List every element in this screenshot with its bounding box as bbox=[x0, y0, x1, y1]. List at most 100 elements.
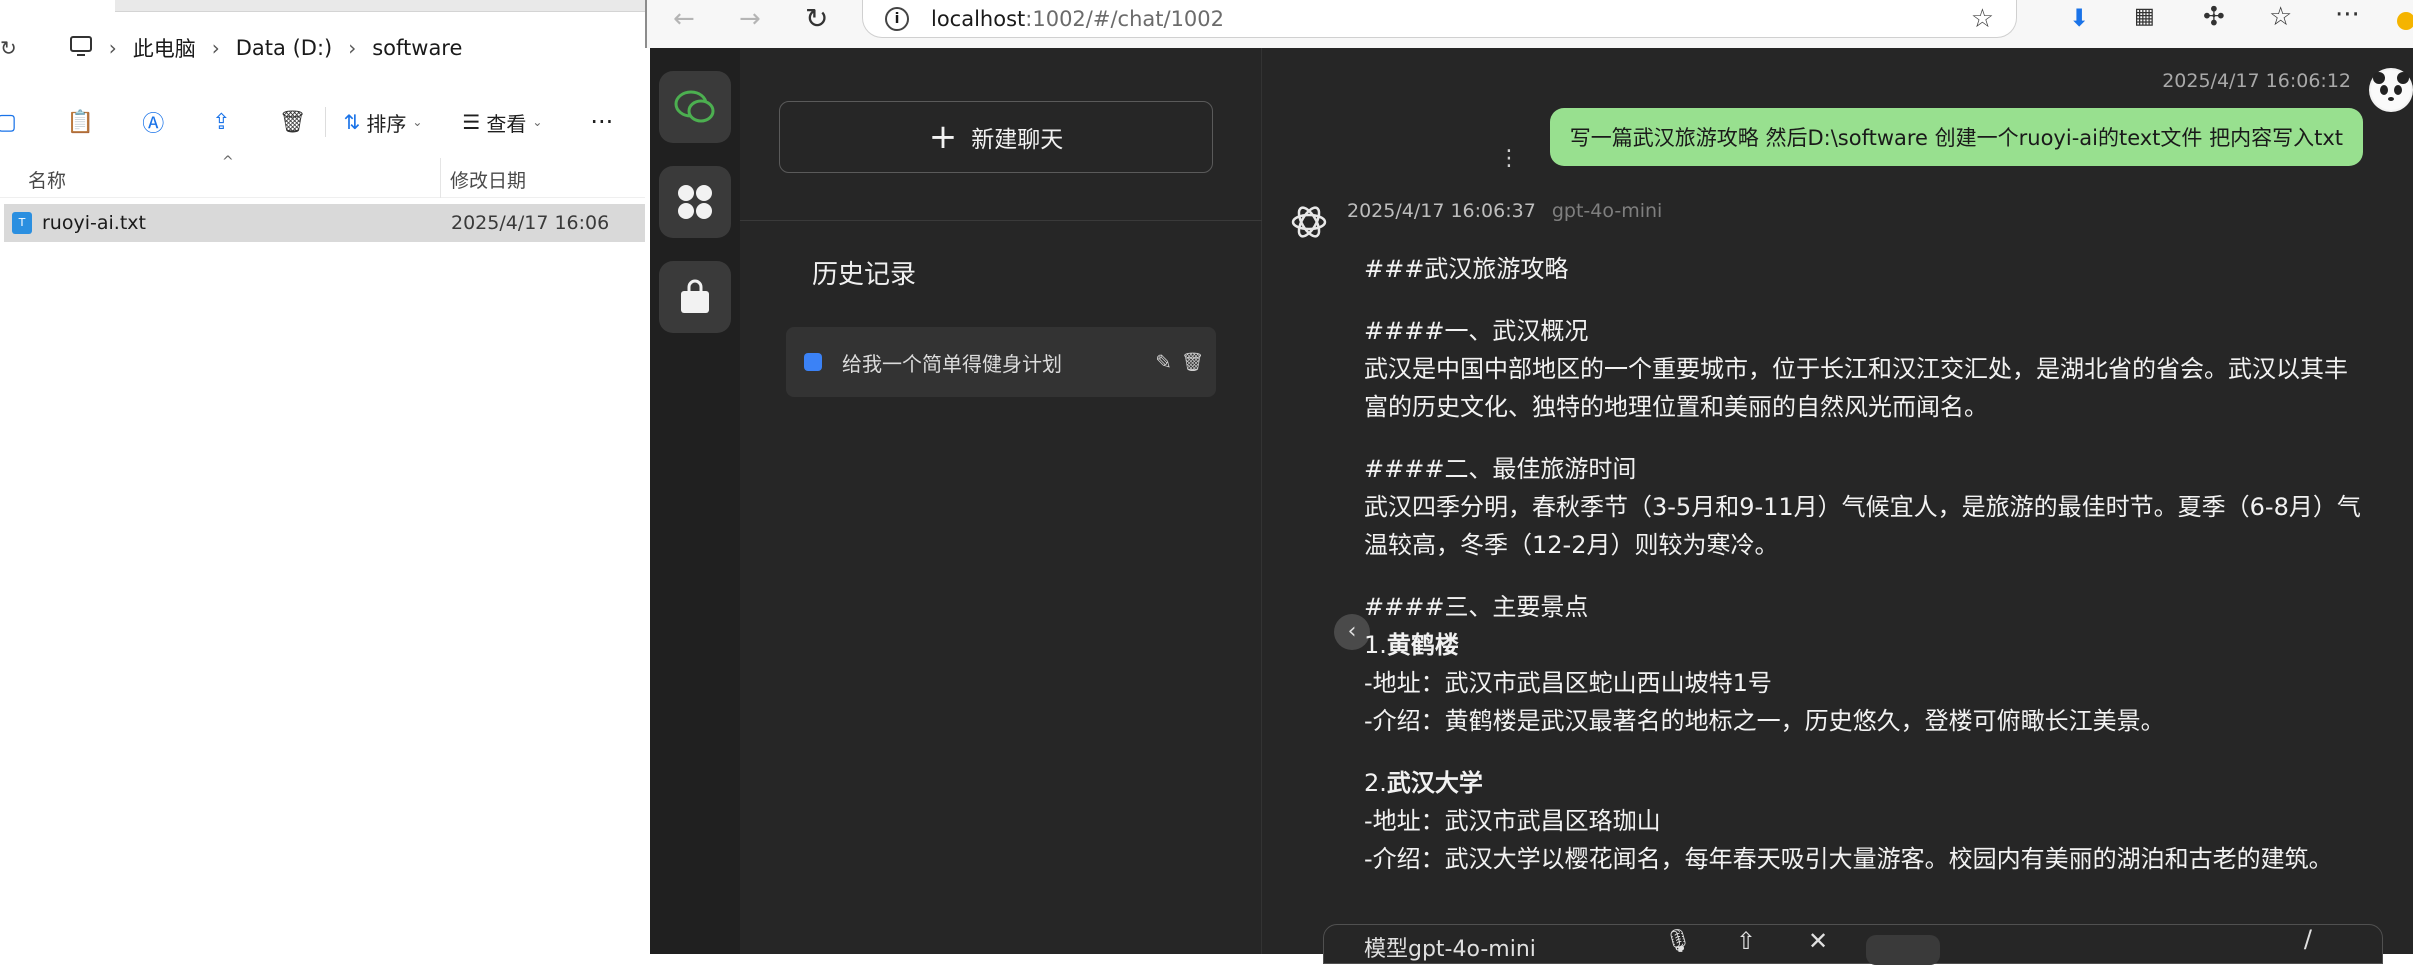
edit-prompt-icon[interactable]: ∕ bbox=[2304, 925, 2312, 953]
reload-icon[interactable]: ↻ bbox=[805, 2, 828, 35]
rail-chat-button[interactable] bbox=[659, 71, 731, 143]
chevron-right-icon: › bbox=[348, 36, 357, 60]
chat-input-bar[interactable]: 模型gpt-4o-mini 🎙 ⇧ ✕ ∕ bbox=[1323, 924, 2383, 965]
bot-message: ###武汉旅游攻略 ####一、武汉概况 武汉是中国中部地区的一个重要城市，位于… bbox=[1364, 250, 2364, 902]
history-title: 历史记录 bbox=[812, 260, 917, 290]
bot-message-time: 2025/4/17 16:06:37 bbox=[1347, 200, 1536, 222]
file-modified: 2025/4/17 16:06 bbox=[451, 212, 610, 234]
toolbar-divider bbox=[324, 107, 326, 137]
column-divider[interactable] bbox=[440, 158, 441, 198]
spot-address: -地址：武汉市武昌区蛇山西山坡特1号 bbox=[1364, 669, 1772, 697]
share-icon[interactable]: ⇪ bbox=[212, 110, 230, 135]
text-file-icon: T bbox=[12, 212, 32, 234]
view-label: 查看 bbox=[486, 111, 527, 136]
file-explorer: ↻ › 此电脑 › Data (D:) › software ▢ 📋 Ⓐ ⇪ 🗑… bbox=[0, 0, 645, 954]
qr-code-icon[interactable]: ▦ bbox=[2134, 4, 2155, 29]
sort-button[interactable]: ⇅ 排序 ⌄ bbox=[344, 108, 423, 137]
sidebar-divider bbox=[740, 220, 1262, 221]
spot-number: 1. bbox=[1364, 631, 1387, 659]
spot-name: 武汉大学 bbox=[1386, 769, 1483, 797]
tools-icon[interactable]: ✕ bbox=[1808, 927, 1828, 955]
bot-heading: ###武汉旅游攻略 bbox=[1364, 255, 1569, 283]
chevron-right-icon: › bbox=[211, 36, 220, 60]
user-message-time: 2025/4/17 16:06:12 bbox=[2162, 70, 2351, 92]
bot-model-name: gpt-4o-mini bbox=[1551, 200, 1663, 222]
bot-section: ####二、最佳旅游时间 武汉四季分明，春秋季节（3-5月和9-11月）气候宜人… bbox=[1364, 450, 2364, 564]
spot-description: -介绍：黄鹤楼是武汉最著名的地标之一，历史悠久，登楼可俯瞰长江美景。 bbox=[1364, 707, 2165, 735]
extension-download-icon[interactable]: ⬇ bbox=[2069, 4, 2089, 32]
refresh-icon[interactable]: ↻ bbox=[0, 36, 17, 60]
toggle-switch[interactable] bbox=[1866, 935, 1940, 965]
column-header-modified[interactable]: 修改日期 bbox=[450, 166, 526, 193]
section-title: ####三、主要景点 bbox=[1364, 593, 1589, 621]
copilot-icon[interactable] bbox=[2397, 12, 2413, 30]
user-avatar bbox=[2369, 68, 2413, 112]
favorites-icon[interactable]: ☆ bbox=[2269, 2, 2292, 32]
icon-rail bbox=[650, 48, 740, 954]
spot-address: -地址：武汉市武昌区珞珈山 bbox=[1364, 807, 1661, 835]
history-item-label: 给我一个简单得健身计划 bbox=[842, 351, 1062, 376]
breadcrumb-item-software[interactable]: software bbox=[372, 36, 462, 60]
new-chat-button[interactable]: + 新建聊天 bbox=[779, 101, 1213, 173]
new-chat-label: 新建聊天 bbox=[971, 127, 1064, 153]
rail-apps-button[interactable] bbox=[659, 166, 731, 238]
file-name: ruoyi-ai.txt bbox=[42, 212, 146, 234]
url-path: :1002/#/chat/1002 bbox=[1025, 6, 1225, 31]
section-title: ####一、武汉概况 bbox=[1364, 317, 1589, 345]
spot-name: 黄鹤楼 bbox=[1386, 631, 1459, 659]
edit-icon[interactable]: ✎ bbox=[1155, 350, 1172, 374]
bot-section: ####一、武汉概况 武汉是中国中部地区的一个重要城市，位于长江和汉江交汇处，是… bbox=[1364, 312, 2364, 426]
chat-panel: 2025/4/17 16:06:12 写一篇武汉旅游攻略 然后D:\softwa… bbox=[1263, 48, 2413, 965]
model-select[interactable]: 模型gpt-4o-mini bbox=[1364, 931, 1536, 961]
spot-number: 2. bbox=[1364, 769, 1387, 797]
explorer-toolbar: ▢ 📋 Ⓐ ⇪ 🗑 ⇅ 排序 ⌄ ☰ 查看 ⌄ ··· bbox=[0, 100, 645, 144]
upload-icon[interactable]: ⇧ bbox=[1736, 927, 1756, 955]
shopping-bag-icon bbox=[681, 279, 709, 313]
breadcrumb-item-drive[interactable]: Data (D:) bbox=[236, 36, 332, 60]
sort-icon: ⇅ bbox=[343, 110, 361, 134]
forward-icon[interactable]: → bbox=[739, 4, 761, 34]
view-button[interactable]: ☰ 查看 ⌄ bbox=[462, 108, 542, 137]
breadcrumb: ↻ › 此电脑 › Data (D:) › software bbox=[0, 22, 645, 74]
openai-logo-icon bbox=[1291, 206, 1327, 238]
section-body: 武汉是中国中部地区的一个重要城市，位于长江和汉江交汇处，是湖北省的省会。武汉以其… bbox=[1364, 355, 2348, 421]
chat-app: + 新建聊天 历史记录 给我一个简单得健身计划 ✎ 🗑 ‹ 2025/4/17 … bbox=[650, 48, 2413, 965]
trash-icon[interactable]: 🗑 bbox=[1181, 352, 1204, 373]
view-icon: ☰ bbox=[462, 110, 481, 134]
rename-icon[interactable]: Ⓐ bbox=[142, 106, 164, 138]
favorite-star-icon[interactable]: ☆ bbox=[1971, 4, 1994, 34]
more-menu-icon[interactable]: ··· bbox=[2335, 0, 2360, 30]
chat-bubbles-icon bbox=[674, 90, 715, 123]
back-icon[interactable]: ← bbox=[673, 4, 695, 34]
more-icon[interactable]: ··· bbox=[590, 108, 613, 136]
bot-section: 2.武汉大学 -地址：武汉市武昌区珞珈山 -介绍：武汉大学以樱花闻名，每年春天吸… bbox=[1364, 764, 2364, 878]
info-icon[interactable]: i bbox=[885, 6, 909, 31]
explorer-tab-strip bbox=[115, 0, 645, 12]
new-icon[interactable]: ▢ bbox=[0, 110, 17, 135]
column-header-name[interactable]: 名称 bbox=[28, 166, 66, 193]
url-host: localhost bbox=[931, 6, 1026, 31]
microphone-icon[interactable]: 🎙 bbox=[1664, 929, 1692, 954]
this-pc-icon[interactable] bbox=[69, 35, 93, 62]
file-row[interactable]: T ruoyi-ai.txt 2025/4/17 16:06 bbox=[4, 204, 645, 242]
delete-icon[interactable]: 🗑 bbox=[279, 110, 307, 135]
spot-description: -介绍：武汉大学以樱花闻名，每年春天吸引大量游客。校园内有美丽的湖泊和古老的建筑… bbox=[1364, 845, 2333, 873]
chevron-down-icon: ⌄ bbox=[412, 115, 423, 129]
paste-icon[interactable]: 📋 bbox=[67, 110, 94, 135]
extensions-icon[interactable]: ✣ bbox=[2203, 2, 2225, 32]
message-options-icon[interactable]: ⋮ bbox=[1498, 146, 1520, 171]
chat-dot-icon bbox=[804, 353, 822, 371]
plus-icon: + bbox=[928, 117, 958, 157]
apps-grid-icon bbox=[678, 185, 712, 219]
sort-up-icon: ^ bbox=[222, 154, 234, 170]
browser-toolbar: ← → ↻ i localhost:1002/#/chat/1002 ☆ ⬇ ▦… bbox=[645, 0, 2413, 48]
address-bar[interactable]: i localhost:1002/#/chat/1002 ☆ bbox=[862, 0, 2017, 38]
chat-sidebar: + 新建聊天 历史记录 给我一个简单得健身计划 ✎ 🗑 ‹ bbox=[740, 48, 1370, 954]
file-list-header: 名称 ^ 修改日期 bbox=[0, 154, 645, 198]
chevron-right-icon: › bbox=[108, 36, 117, 60]
history-item[interactable]: 给我一个简单得健身计划 ✎ 🗑 bbox=[786, 327, 1216, 397]
breadcrumb-item-this-pc[interactable]: 此电脑 bbox=[133, 33, 196, 63]
chevron-down-icon: ⌄ bbox=[532, 115, 543, 129]
bot-message-meta: 2025/4/17 16:06:37 gpt-4o-mini bbox=[1347, 200, 1662, 222]
rail-store-button[interactable] bbox=[659, 261, 731, 333]
